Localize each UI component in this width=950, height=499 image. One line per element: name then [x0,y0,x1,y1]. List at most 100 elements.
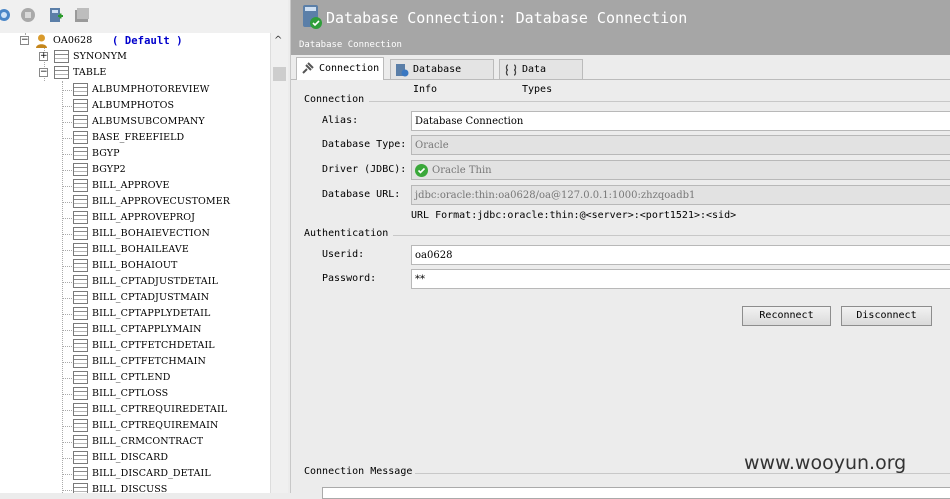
tab-label: Connection [319,63,380,74]
folder-table-icon [54,66,69,79]
tab-label: Database Info [413,64,462,95]
tab-data-types[interactable]: Data Types [499,59,583,95]
userid-field[interactable]: oa0628 [411,245,950,265]
table-node[interactable]: BILL_BOHAILEAVE [0,242,270,258]
table-icon [73,259,88,272]
tree-connector [62,266,72,267]
tree-connector [62,458,72,459]
table-node[interactable]: BILL_CPTFETCHDETAIL [0,338,270,354]
tree-connector [62,490,72,491]
tree-connector [62,122,72,123]
table-icon [73,99,88,112]
table-node[interactable]: BILL_CPTADJUSTDETAIL [0,274,270,290]
scrollbar-thumb[interactable] [273,67,286,81]
stop-icon[interactable] [20,7,36,23]
table-node[interactable]: BILL_DISCUSS [0,482,270,493]
table-icon [73,323,88,336]
disconnect-all-icon[interactable] [74,7,90,23]
tree-connector [62,154,72,155]
table-node[interactable]: BILL_CPTAPPLYDETAIL [0,306,270,322]
alias-field[interactable]: Database Connection [411,111,950,131]
table-label: ALBUMPHOTOS [92,100,175,111]
table-node[interactable]: BILL_BOHAIEVECTION [0,226,270,242]
tab-database-info[interactable]: Database Info [390,59,494,95]
tree-table-label: TABLE [73,67,107,78]
table-icon [73,467,88,480]
table-node[interactable]: BASE_FREEFIELD [0,130,270,146]
table-node[interactable]: BILL_DISCARD [0,450,270,466]
collapse-icon[interactable]: − [39,68,48,77]
database-connected-icon [303,5,322,29]
tree-connector [62,234,72,235]
tree-node-synonym[interactable]: + SYNONYM [0,49,270,65]
refresh-icon[interactable] [0,7,12,23]
tree-connector [62,218,72,219]
table-node[interactable]: BILL_CRMCONTRACT [0,434,270,450]
tree-root-label: OA0628 [53,35,93,46]
scroll-up-icon[interactable]: ^ [274,35,282,46]
tree-scrollbar[interactable]: ^ [270,33,288,493]
connection-section-title: Connection [304,94,365,105]
table-icon [73,291,88,304]
user-schema-icon [36,34,47,48]
expand-icon[interactable]: + [39,52,48,61]
table-label: BILL_CPTAPPLYDETAIL [92,308,211,319]
table-label: BILL_CPTFETCHMAIN [92,356,206,367]
table-node[interactable]: BILL_DISCARD_DETAIL [0,466,270,482]
reconnect-button[interactable]: Reconnect [742,306,831,326]
connection-editor: Database Connection: Database Connection… [290,0,950,499]
tree-node-table[interactable]: − TABLE [0,65,270,81]
driver-label: Driver (JDBC): [322,164,407,175]
table-node[interactable]: BILL_CPTREQUIREDETAIL [0,402,270,418]
password-field[interactable]: ** [411,269,950,289]
table-label: BILL_DISCUSS [92,484,168,493]
table-label: BILL_CRMCONTRACT [92,436,204,447]
table-node[interactable]: BILL_CPTFETCHMAIN [0,354,270,370]
tree-connector [62,442,72,443]
table-node[interactable]: BILL_APPROVEPROJ [0,210,270,226]
tree-connector [62,170,72,171]
table-node[interactable]: BILL_CPTAPPLYMAIN [0,322,270,338]
tab-connection[interactable]: Connection [296,57,384,80]
tree-node-oa0628[interactable]: − OA0628 ( Default ) [0,33,270,49]
table-label: BILL_CPTREQUIREMAIN [92,420,219,431]
table-node[interactable]: ALBUMPHOTOS [0,98,270,114]
editor-subtitle: Database Connection [299,40,402,50]
table-label: BILL_APPROVECUSTOMER [92,196,231,207]
schema-tree[interactable]: − OA0628 ( Default ) + SYNONYM − TABLE A… [0,33,270,493]
tree-connector [62,90,72,91]
table-label: BASE_FREEFIELD [92,132,185,143]
table-node[interactable]: BILL_CPTLOSS [0,386,270,402]
tree-connector [62,426,72,427]
table-node[interactable]: ALBUMPHOTOREVIEW [0,82,270,98]
table-node[interactable]: BILL_APPROVECUSTOMER [0,194,270,210]
tree-connector [62,250,72,251]
table-node[interactable]: BGYP2 [0,162,270,178]
table-label: BILL_CPTADJUSTDETAIL [92,276,219,287]
table-node[interactable]: BILL_APPROVE [0,178,270,194]
plug-icon [302,62,314,74]
tree-connector [62,330,72,331]
table-icon [73,211,88,224]
table-icon [73,131,88,144]
collapse-icon[interactable]: − [20,36,29,45]
table-label: BILL_APPROVEPROJ [92,212,196,223]
table-label: BILL_CPTFETCHDETAIL [92,340,215,351]
userid-label: Userid: [322,249,365,260]
table-node[interactable]: BILL_BOHAIOUT [0,258,270,274]
table-node[interactable]: BGYP [0,146,270,162]
table-icon [73,435,88,448]
table-icon [73,339,88,352]
navigator-panel: − OA0628 ( Default ) + SYNONYM − TABLE A… [0,0,288,493]
table-node[interactable]: BILL_CPTREQUIREMAIN [0,418,270,434]
url-format-hint: URL Format:jdbc:oracle:thin:@<server>:<p… [411,210,737,221]
table-icon [73,355,88,368]
table-node[interactable]: ALBUMSUBCOMPANY [0,114,270,130]
tree-connector [62,202,72,203]
table-node[interactable]: BILL_CPTLEND [0,370,270,386]
table-node[interactable]: BILL_CPTADJUSTMAIN [0,290,270,306]
new-connection-icon[interactable] [48,7,64,23]
table-label: BILL_CPTADJUSTMAIN [92,292,210,303]
tree-connector [62,410,72,411]
disconnect-button[interactable]: Disconnect [841,306,932,326]
